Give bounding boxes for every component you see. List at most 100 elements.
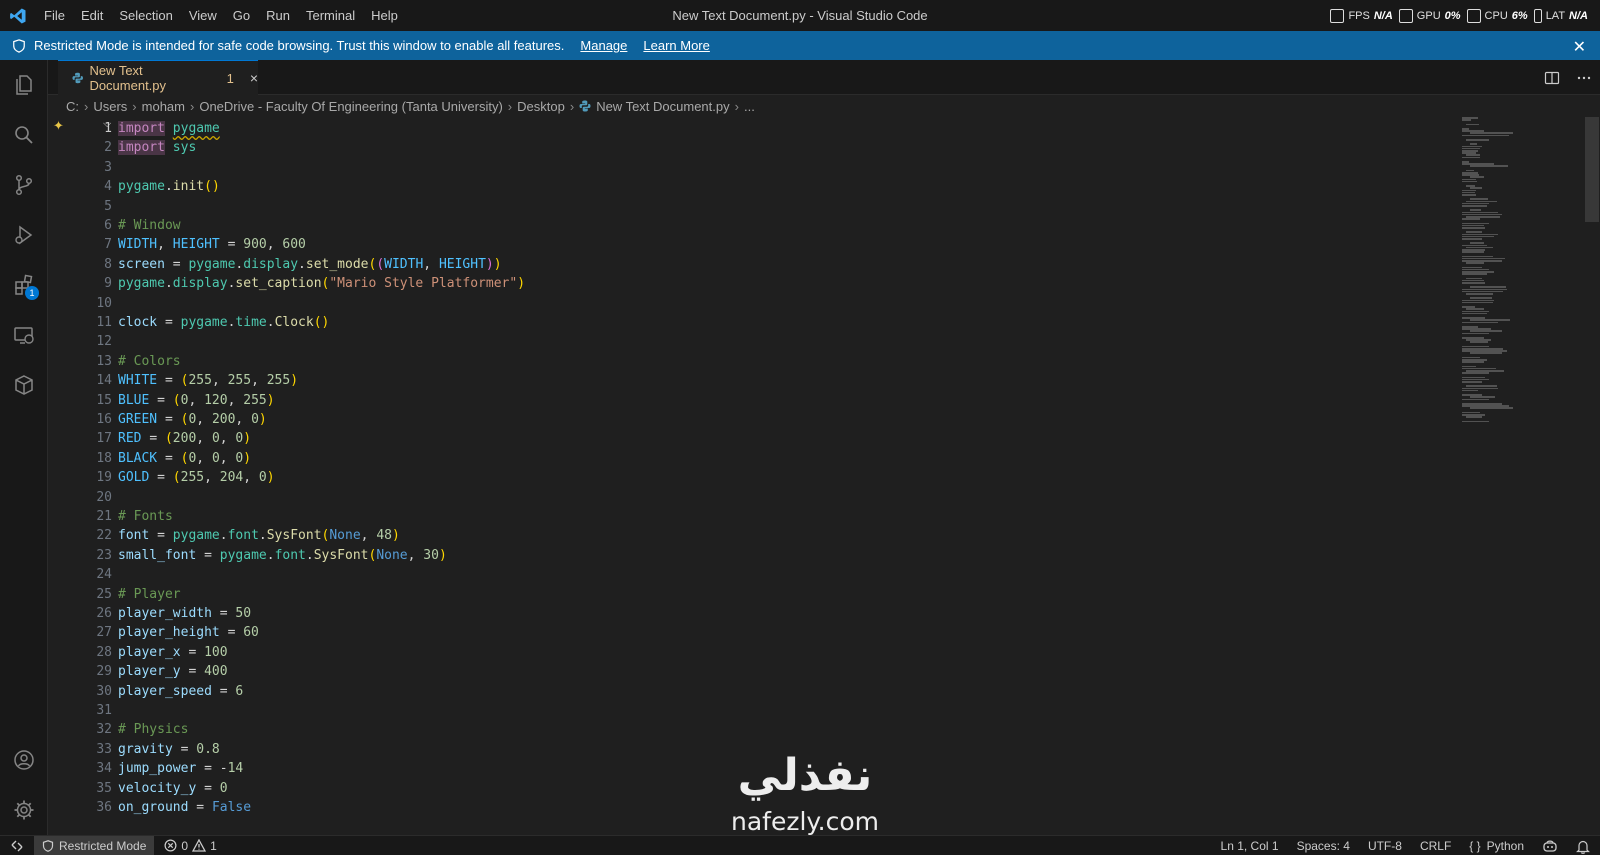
menu-run[interactable]: Run (258, 0, 298, 31)
lat-label: LAT (1545, 9, 1566, 22)
code-line[interactable]: WIDTH, HEIGHT = 900, 600 (118, 235, 306, 255)
code-line[interactable]: # Window (118, 216, 181, 236)
banner-close-button[interactable]: ✕ (1573, 37, 1586, 57)
account-icon (14, 750, 34, 770)
extensions-button[interactable]: 1 (0, 260, 48, 310)
breadcrumb-user[interactable]: moham (142, 99, 185, 114)
more-actions-icon[interactable] (1576, 70, 1592, 86)
code-line[interactable]: small_font = pygame.font.SysFont(None, 3… (118, 546, 447, 566)
code-line[interactable]: clock = pygame.time.Clock() (118, 313, 329, 333)
menu-selection[interactable]: Selection (111, 0, 180, 31)
code-line[interactable]: player_width = 50 (118, 604, 251, 624)
code-line[interactable]: # Physics (118, 720, 188, 740)
code-line[interactable]: pygame.display.set_caption("Mario Style … (118, 274, 525, 294)
search-icon (15, 126, 33, 144)
code-line[interactable]: import pygame (118, 119, 220, 139)
package-button[interactable] (0, 360, 48, 410)
gpu-label: GPU (1416, 9, 1441, 22)
breadcrumb-drive[interactable]: C: (66, 99, 79, 114)
code-line[interactable]: # Player (118, 585, 181, 605)
code-editor[interactable]: ✦ ⌵ 1 2 3 4 5 6 7 8 9 10 11 12 13 14 15 16 17 18 19 20 21 22 2… (48, 117, 1600, 835)
bell-icon[interactable] (1576, 839, 1590, 854)
error-count: 0 (181, 838, 189, 853)
chevron-right-icon: › (132, 98, 137, 114)
minimap-line (1462, 227, 1486, 229)
cursor-position[interactable]: Ln 1, Col 1 (1221, 839, 1279, 853)
code-line[interactable]: BLUE = (0, 120, 255) (118, 391, 275, 411)
learn-more-link[interactable]: Learn More (643, 38, 709, 53)
file-encoding[interactable]: UTF-8 (1368, 839, 1402, 853)
sparkle-icon[interactable]: ✦ (53, 118, 64, 134)
code-line[interactable]: RED = (200, 0, 0) (118, 429, 251, 449)
run-debug-button[interactable] (0, 210, 48, 260)
latency-stat: LAT N/A (1533, 8, 1588, 23)
menu-file[interactable]: File (36, 0, 73, 31)
line-number: 9 (104, 276, 112, 292)
code-line[interactable]: gravity = 0.8 (118, 740, 220, 760)
code-line[interactable]: pygame.init() (118, 177, 220, 197)
line-number: 11 (96, 315, 112, 330)
code-line[interactable]: player_x = 100 (118, 643, 228, 663)
gpu-stat: GPU 0% (1398, 8, 1461, 23)
code-line[interactable]: # Fonts (118, 507, 173, 527)
search-button[interactable] (0, 110, 48, 160)
warning-icon (192, 839, 207, 852)
line-number: 24 (96, 567, 112, 583)
problems-indicator[interactable]: 0 1 (154, 839, 226, 853)
vertical-scrollbar[interactable] (1585, 117, 1599, 222)
remote-explorer-button[interactable] (0, 310, 48, 360)
minimap-line (1462, 381, 1482, 383)
accounts-button[interactable] (0, 735, 48, 785)
menu-help[interactable]: Help (363, 0, 406, 31)
code-line[interactable]: on_ground = False (118, 798, 251, 818)
indentation[interactable]: Spaces: 4 (1297, 839, 1350, 853)
run-debug-icon (15, 225, 33, 245)
code-line[interactable]: font = pygame.font.SysFont(None, 48) (118, 526, 400, 546)
remote-indicator[interactable] (0, 836, 34, 855)
manage-button[interactable] (0, 785, 48, 835)
explorer-button[interactable] (0, 60, 48, 110)
files-icon (16, 75, 32, 95)
language-mode[interactable]: { } Python (1469, 839, 1524, 853)
end-of-line[interactable]: CRLF (1420, 839, 1451, 853)
breadcrumb-users[interactable]: Users (93, 99, 127, 114)
cpu-stat: CPU 6% (1466, 8, 1528, 23)
code-line[interactable]: velocity_y = 0 (118, 779, 228, 799)
minimap-line (1466, 123, 1479, 126)
menu-go[interactable]: Go (225, 0, 258, 31)
restricted-mode-indicator[interactable]: Restricted Mode (34, 835, 155, 855)
minimap-line (1462, 205, 1488, 207)
line-number: 13 (96, 353, 112, 369)
line-number: 27 (96, 625, 112, 641)
code-line[interactable]: WHITE = (255, 255, 255) (118, 371, 298, 391)
minimap-line (1462, 398, 1489, 401)
minimap-line (1466, 262, 1484, 264)
code-line[interactable]: player_y = 400 (118, 662, 228, 682)
tab-new-text-document[interactable]: New Text Document.py 1 × (58, 60, 258, 95)
code-line[interactable]: screen = pygame.display.set_mode((WIDTH,… (118, 255, 502, 275)
breadcrumb-symbols[interactable]: ... (744, 99, 755, 114)
menu-view[interactable]: View (181, 0, 225, 31)
minimap[interactable] (1460, 117, 1560, 457)
code-line[interactable]: player_speed = 6 (118, 682, 243, 702)
line-number: 18 (96, 450, 112, 466)
copilot-icon[interactable] (1542, 838, 1558, 854)
code-line[interactable]: import sys (118, 138, 196, 158)
source-control-button[interactable] (0, 160, 48, 210)
code-line[interactable]: GREEN = (0, 200, 0) (118, 410, 267, 430)
split-editor-icon[interactable] (1544, 70, 1560, 86)
code-line[interactable]: jump_power = -14 (118, 759, 243, 779)
manage-link[interactable]: Manage (580, 38, 627, 53)
code-line[interactable]: player_height = 60 (118, 623, 259, 643)
line-number: 21 (96, 509, 112, 524)
menu-edit[interactable]: Edit (73, 0, 111, 31)
code-line[interactable]: BLACK = (0, 0, 0) (118, 449, 251, 469)
breadcrumb-desktop[interactable]: Desktop (517, 99, 565, 114)
code-line[interactable]: # Colors (118, 352, 181, 372)
breadcrumb-file[interactable]: New Text Document.py (596, 99, 729, 114)
source-control-icon (15, 174, 33, 196)
menu-terminal[interactable]: Terminal (298, 0, 363, 31)
tab-close-button[interactable]: × (250, 70, 258, 86)
code-line[interactable]: GOLD = (255, 204, 0) (118, 468, 275, 488)
breadcrumb-onedrive[interactable]: OneDrive - Faculty Of Engineering (Tanta… (199, 99, 502, 114)
